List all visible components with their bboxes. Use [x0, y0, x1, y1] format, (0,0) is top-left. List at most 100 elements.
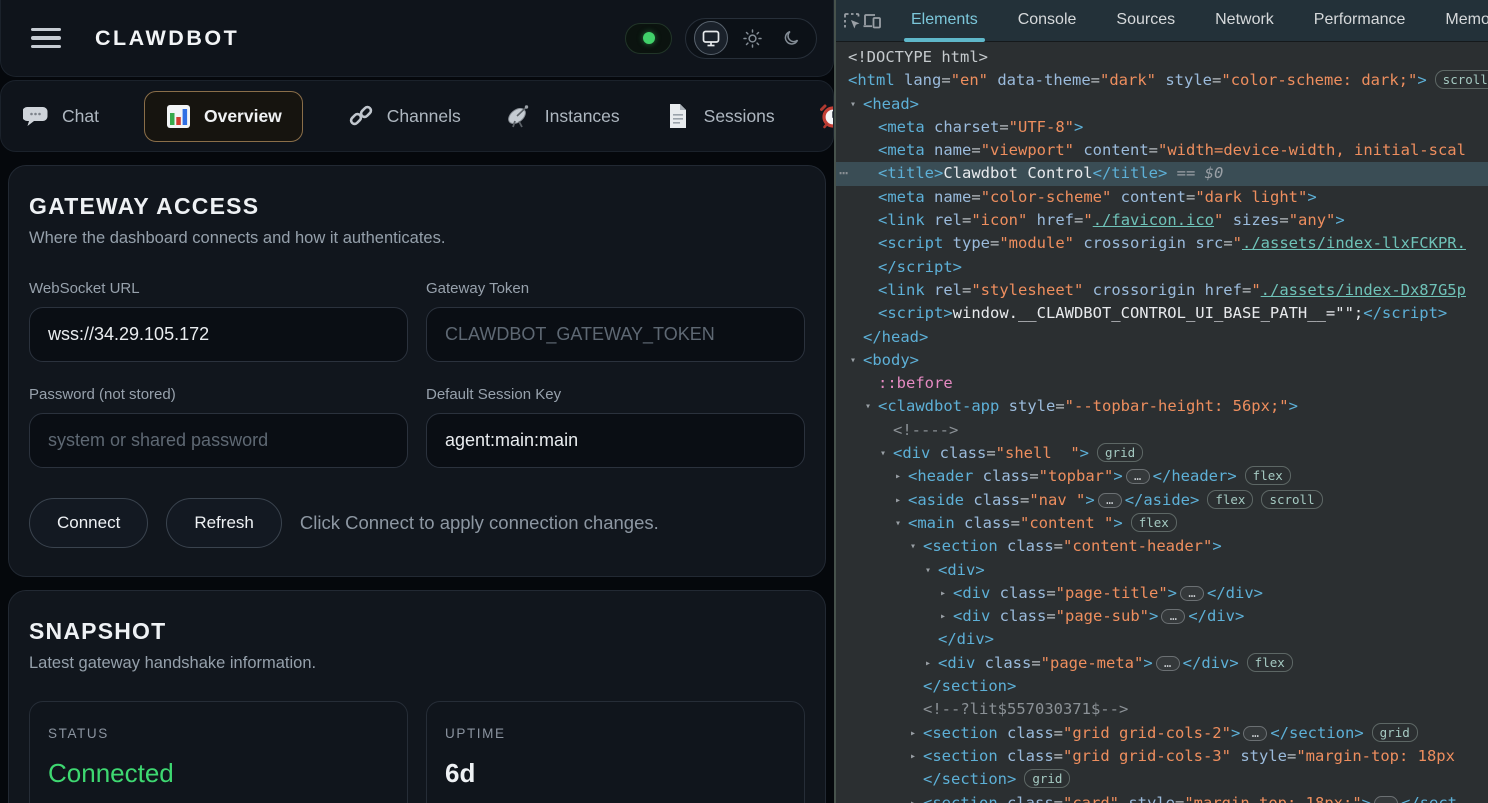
- layout-badge-flex[interactable]: flex: [1245, 466, 1291, 485]
- devtools-tab-memory[interactable]: Memory: [1425, 0, 1488, 42]
- code-token: Clawdbot Control: [943, 164, 1092, 182]
- collapse-arrow-icon[interactable]: ▾: [850, 93, 856, 116]
- collapsed-content-icon[interactable]: …: [1156, 656, 1180, 671]
- code-token: >: [1231, 724, 1240, 742]
- devtools-code-line[interactable]: <meta name="color-scheme" content="dark …: [836, 186, 1488, 209]
- websocket-url-input[interactable]: [29, 307, 408, 362]
- devtools-tab-network[interactable]: Network: [1195, 0, 1294, 42]
- nav-tab-chat[interactable]: Chat: [23, 103, 99, 130]
- more-actions-icon[interactable]: ⋯: [839, 162, 847, 185]
- devtools-tab-performance[interactable]: Performance: [1294, 0, 1426, 42]
- expand-arrow-icon[interactable]: ▸: [895, 465, 901, 488]
- devtools-code-line[interactable]: ▸<section class="grid grid-cols-3" style…: [836, 745, 1488, 768]
- devtools-code-line[interactable]: ▾<div>: [836, 559, 1488, 582]
- expand-arrow-icon[interactable]: ▸: [910, 745, 916, 768]
- devtools-tab-elements[interactable]: Elements: [891, 0, 998, 42]
- devtools-code-line[interactable]: <link rel="stylesheet" crossorigin href=…: [836, 279, 1488, 302]
- nav-tab-instances[interactable]: Instances: [506, 103, 620, 130]
- nav-tab-channels[interactable]: Channels: [348, 103, 461, 130]
- layout-badge-grid[interactable]: grid: [1097, 443, 1143, 462]
- layout-badge-scroll[interactable]: scroll: [1261, 490, 1322, 509]
- nav-tab-sessions[interactable]: Sessions: [665, 103, 775, 130]
- theme-dark-button[interactable]: [772, 18, 812, 58]
- devtools-code-line[interactable]: ▸<div class="page-sub">…</div>: [836, 605, 1488, 628]
- refresh-button[interactable]: Refresh: [166, 498, 282, 548]
- devtools-code-line[interactable]: </section>grid: [836, 768, 1488, 791]
- devtools-code-line[interactable]: </section>: [836, 675, 1488, 698]
- code-token: "en": [951, 71, 988, 89]
- devtools-code-line[interactable]: ▾<body>: [836, 349, 1488, 372]
- session-key-input[interactable]: [426, 413, 805, 468]
- devtools-code-line[interactable]: ▸<section class="card" style="margin-top…: [836, 792, 1488, 803]
- code-token: =: [962, 281, 971, 299]
- theme-light-button[interactable]: [732, 18, 772, 58]
- devtools-code-line[interactable]: </head>: [836, 326, 1488, 349]
- devtools-code-line[interactable]: <meta charset="UTF-8">: [836, 116, 1488, 139]
- expand-arrow-icon[interactable]: ▸: [940, 582, 946, 605]
- devtools-code-line[interactable]: ▾<main class="content ">flex: [836, 512, 1488, 535]
- layout-badge-flex[interactable]: flex: [1247, 653, 1293, 672]
- inspect-element-button[interactable]: [842, 5, 862, 37]
- theme-system-button[interactable]: [694, 21, 728, 55]
- devtools-code-line[interactable]: <!DOCTYPE html>: [836, 46, 1488, 69]
- devtools-code-line[interactable]: <script>window.__CLAWDBOT_CONTROL_UI_BAS…: [836, 302, 1488, 325]
- devtools-code-line[interactable]: ▸<section class="grid grid-cols-2">…</se…: [836, 722, 1488, 745]
- nav-tab-overview[interactable]: Overview: [144, 91, 303, 142]
- gateway-token-input[interactable]: [426, 307, 805, 362]
- devtools-code-line[interactable]: <!--?lit$557030371$-->: [836, 698, 1488, 721]
- layout-badge-scroll[interactable]: scroll: [1435, 70, 1488, 89]
- devtools-code-line[interactable]: <script type="module" crossorigin src=".…: [836, 232, 1488, 255]
- collapse-arrow-icon[interactable]: ▾: [925, 559, 931, 582]
- snapshot-card-subtitle: Latest gateway handshake information.: [29, 654, 805, 673]
- collapsed-content-icon[interactable]: …: [1098, 493, 1122, 508]
- devtools-code-line[interactable]: </script>: [836, 256, 1488, 279]
- devtools-code-line[interactable]: ▸<div class="page-title">…</div>: [836, 582, 1488, 605]
- layout-badge-grid[interactable]: grid: [1024, 769, 1070, 788]
- collapsed-content-icon[interactable]: …: [1180, 586, 1204, 601]
- collapsed-content-icon[interactable]: …: [1374, 796, 1398, 803]
- devtools-code-line[interactable]: ▸<aside class="nav ">…</aside>flexscroll: [836, 489, 1488, 512]
- devtools-tab-sources[interactable]: Sources: [1096, 0, 1195, 42]
- devtools-code-line[interactable]: ▾<clawdbot-app style="--topbar-height: 5…: [836, 395, 1488, 418]
- stat-value: 6d: [445, 758, 786, 789]
- expand-arrow-icon[interactable]: ▸: [895, 489, 901, 512]
- code-token: =: [1149, 141, 1158, 159]
- code-token: crossorigin: [1074, 234, 1186, 252]
- devtools-code-line[interactable]: ▸<header class="topbar">…</header>flex: [836, 465, 1488, 488]
- layout-badge-flex[interactable]: flex: [1207, 490, 1253, 509]
- devtools-code-line[interactable]: ▾<div class="shell ">grid: [836, 442, 1488, 465]
- devtools-code-line[interactable]: ▾<section class="content-header">: [836, 535, 1488, 558]
- devtools-code-line[interactable]: </div>: [836, 628, 1488, 651]
- expand-arrow-icon[interactable]: ▸: [910, 722, 916, 745]
- collapsed-content-icon[interactable]: …: [1161, 609, 1185, 624]
- device-toolbar-button[interactable]: [862, 5, 882, 37]
- collapse-arrow-icon[interactable]: ▾: [895, 512, 901, 535]
- password-input[interactable]: [29, 413, 408, 468]
- layout-badge-grid[interactable]: grid: [1372, 723, 1418, 742]
- connect-button[interactable]: Connect: [29, 498, 148, 548]
- collapsed-content-icon[interactable]: …: [1243, 726, 1267, 741]
- nav-tab-alarm[interactable]: [820, 103, 834, 130]
- devtools-code-line[interactable]: ▸<div class="page-meta">…</div>flex: [836, 652, 1488, 675]
- collapse-arrow-icon[interactable]: ▾: [880, 442, 886, 465]
- collapse-arrow-icon[interactable]: ▾: [910, 535, 916, 558]
- expand-arrow-icon[interactable]: ▸: [940, 605, 946, 628]
- devtools-code-line[interactable]: <!---->: [836, 419, 1488, 442]
- devtools-code-line[interactable]: ▾<head>: [836, 93, 1488, 116]
- collapse-arrow-icon[interactable]: ▾: [850, 349, 856, 372]
- hamburger-menu-icon[interactable]: [31, 28, 61, 49]
- code-token: "icon": [971, 211, 1027, 229]
- collapsed-content-icon[interactable]: …: [1126, 469, 1150, 484]
- devtools-code-line[interactable]: <meta name="viewport" content="width=dev…: [836, 139, 1488, 162]
- collapse-arrow-icon[interactable]: ▾: [865, 395, 871, 418]
- devtools-code-line[interactable]: <html lang="en" data-theme="dark" style=…: [836, 69, 1488, 92]
- session-key-field-group: Default Session Key: [426, 386, 805, 468]
- expand-arrow-icon[interactable]: ▸: [910, 792, 916, 803]
- expand-arrow-icon[interactable]: ▸: [925, 652, 931, 675]
- devtools-code-line[interactable]: <link rel="icon" href="./favicon.ico" si…: [836, 209, 1488, 232]
- clawdbot-app-window: CLAWDBOT: [0, 0, 834, 803]
- devtools-tab-console[interactable]: Console: [998, 0, 1097, 42]
- devtools-code-line[interactable]: ⋯<title>Clawdbot Control</title> == $0: [836, 162, 1488, 185]
- devtools-code-line[interactable]: ::before: [836, 372, 1488, 395]
- layout-badge-flex[interactable]: flex: [1131, 513, 1177, 532]
